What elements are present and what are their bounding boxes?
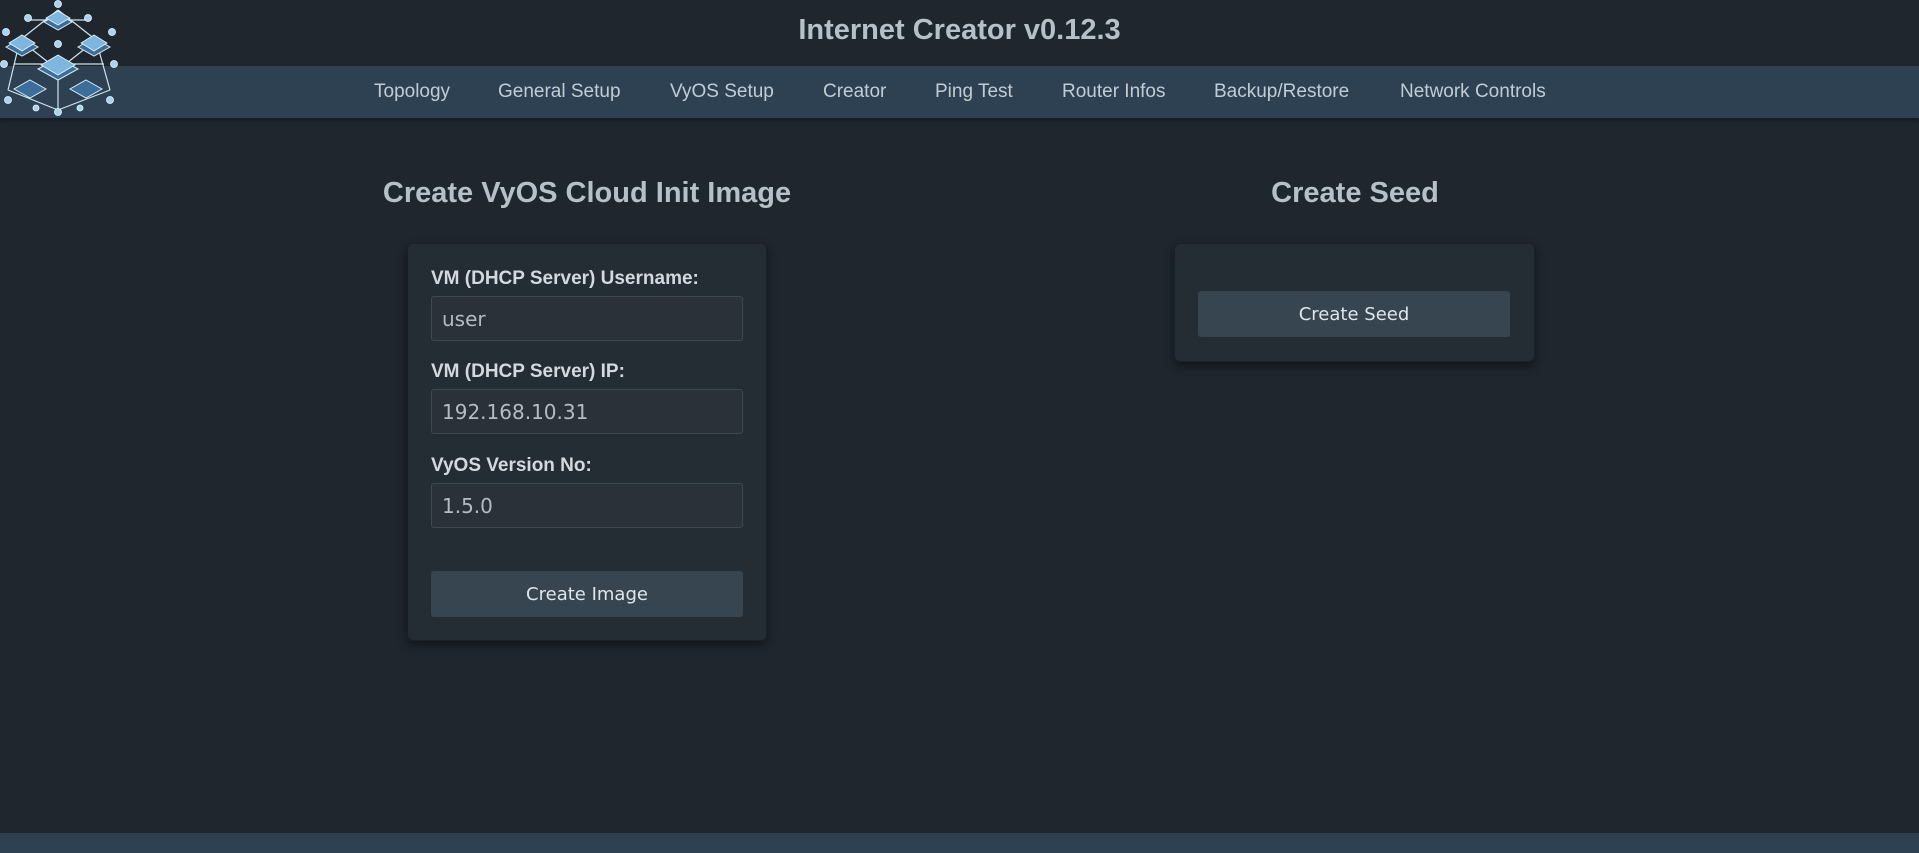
nav-item-topology[interactable]: Topology (374, 66, 450, 118)
version-input[interactable] (431, 483, 743, 528)
version-label: VyOS Version No: (431, 455, 592, 476)
create-image-title: Create VyOS Cloud Init Image (382, 177, 792, 209)
nav-item-ping-test[interactable]: Ping Test (935, 66, 1013, 118)
nav-item-network-controls[interactable]: Network Controls (1400, 66, 1546, 118)
page-footer (0, 833, 1919, 853)
ip-label: VM (DHCP Server) IP: (431, 361, 625, 382)
ip-input[interactable] (431, 389, 743, 434)
create-seed-button[interactable]: Create Seed (1198, 291, 1510, 337)
username-label: VM (DHCP Server) Username: (431, 268, 699, 289)
nav-item-vyos-setup[interactable]: VyOS Setup (670, 66, 774, 118)
nav-item-creator[interactable]: Creator (823, 66, 886, 118)
username-input[interactable] (431, 296, 743, 341)
main-navbar: Topology General Setup VyOS Setup Creato… (0, 66, 1919, 118)
create-image-button[interactable]: Create Image (431, 571, 743, 617)
nav-item-general-setup[interactable]: General Setup (498, 66, 621, 118)
create-image-card: VM (DHCP Server) Username: VM (DHCP Serv… (407, 243, 767, 641)
nav-item-backup-restore[interactable]: Backup/Restore (1214, 66, 1349, 118)
app-header: Internet Creator v0.12.3 (0, 0, 1919, 66)
create-seed-card: Create Seed (1174, 243, 1535, 362)
nav-item-router-infos[interactable]: Router Infos (1062, 66, 1166, 118)
create-seed-title: Create Seed (1271, 177, 1439, 209)
app-title: Internet Creator v0.12.3 (798, 14, 1121, 46)
network-servers-logo-icon[interactable] (0, 0, 118, 118)
